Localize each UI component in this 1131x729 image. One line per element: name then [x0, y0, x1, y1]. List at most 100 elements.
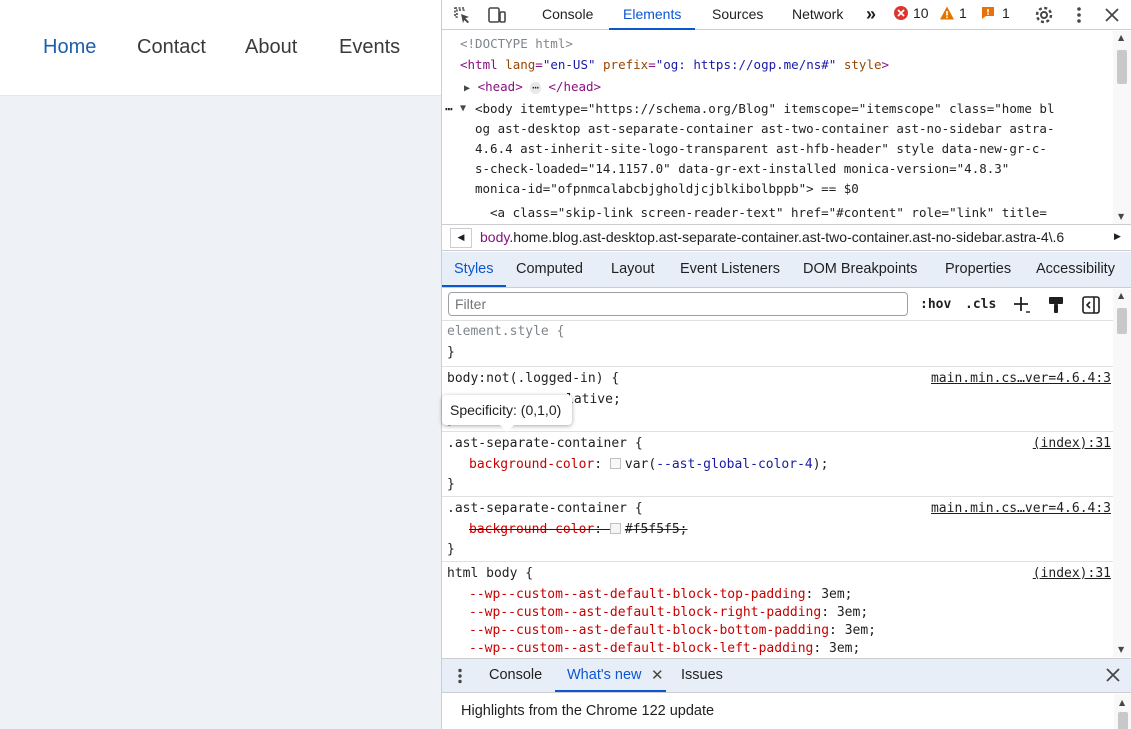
decl-custom-property[interactable]: --wp--custom--ast-default-block-bottom-p…	[469, 623, 876, 638]
more-options-icon[interactable]	[1068, 4, 1090, 26]
rule-ast-separate-container-main[interactable]: .ast-separate-container { main.min.cs…ve…	[442, 497, 1114, 562]
color-swatch[interactable]	[609, 523, 621, 534]
body-node-line-3[interactable]: 4.6.4 ast-inherit-site-logo-transparent …	[475, 139, 1047, 160]
drawer-tab-issues[interactable]: Issues	[681, 659, 723, 692]
rule-selector[interactable]: element.style {	[447, 324, 564, 339]
breadcrumb-left-icon[interactable]: ◀	[450, 228, 472, 248]
body-node-line-1[interactable]: <body itemtype="https://schema.org/Blog"…	[475, 99, 1054, 120]
collapse-triangle-icon[interactable]: ▼	[460, 99, 466, 120]
nav-home[interactable]: Home	[43, 36, 96, 59]
skip-link-node[interactable]: <a class="skip-link screen-reader-text" …	[490, 203, 1047, 224]
issues-badge[interactable]: 1	[980, 5, 1010, 21]
styles-rules-list[interactable]: element.style { } body:not(.logged-in) {…	[442, 322, 1114, 657]
tab-elements[interactable]: Elements	[609, 0, 696, 30]
decl-custom-property[interactable]: --wp--custom--ast-default-block-top-padd…	[469, 587, 853, 602]
styles-scrollbar[interactable]: ▲ ▼	[1113, 289, 1131, 657]
breadcrumb-tag: body	[480, 229, 510, 245]
rule-selector[interactable]: .ast-separate-container {	[447, 501, 643, 516]
rule-source-link[interactable]: main.min.cs…ver=4.6.4:3	[931, 371, 1111, 386]
doctype-node[interactable]: <!DOCTYPE html>	[460, 34, 573, 55]
rule-source-link[interactable]: main.min.cs…ver=4.6.4:3	[931, 501, 1111, 516]
settings-gear-icon[interactable]	[1033, 4, 1055, 26]
styles-filter-input[interactable]	[448, 292, 908, 316]
decl-background-color[interactable]: background-color: var(--ast-global-color…	[469, 457, 828, 472]
toggle-sidebar-icon[interactable]	[1080, 294, 1102, 316]
rendering-emulation-icon[interactable]	[1045, 294, 1067, 316]
warning-icon	[940, 6, 954, 20]
cls-toggle[interactable]: .cls	[965, 294, 996, 316]
attr-name: lang	[505, 57, 536, 72]
tab-console[interactable]: Console	[542, 0, 593, 30]
rule-close-brace: }	[447, 477, 455, 492]
nav-about[interactable]: About	[245, 36, 297, 59]
rule-selector[interactable]: .ast-separate-container {	[447, 436, 643, 451]
tab-properties[interactable]: Properties	[945, 252, 1011, 287]
hov-toggle[interactable]: :hov	[920, 294, 951, 316]
decl-background-color-overridden[interactable]: background-color: #f5f5f5;	[469, 522, 688, 537]
drawer-tab-console[interactable]: Console	[489, 659, 542, 692]
elements-tree[interactable]: <!DOCTYPE html> <html lang="en-US" prefi…	[442, 31, 1131, 224]
rule-ast-separate-container-index[interactable]: .ast-separate-container { (index):31 bac…	[442, 432, 1114, 497]
drawer-menu-icon[interactable]	[457, 668, 463, 687]
body-node-line-5[interactable]: monica-id="ofpnmcalabcbjgholdjcjblkibolb…	[475, 179, 859, 200]
rule-source-link[interactable]: (index):31	[1033, 436, 1111, 451]
decl-custom-property[interactable]: --wp--custom--ast-default-block-left-pad…	[469, 641, 860, 656]
close-devtools-icon[interactable]	[1101, 4, 1123, 26]
whats-new-headline: Highlights from the Chrome 122 update	[461, 703, 715, 719]
rule-element-style[interactable]: element.style { }	[442, 322, 1114, 367]
device-toolbar-icon[interactable]	[486, 4, 508, 26]
decl-value: 3em;	[829, 641, 861, 656]
attr-name: prefix	[603, 57, 649, 72]
breadcrumb-bar: ◀ body.home.blog.ast-desktop.ast-separat…	[442, 224, 1131, 251]
scrollbar-thumb[interactable]	[1117, 50, 1127, 84]
scroll-up-icon[interactable]: ▲	[1118, 291, 1124, 300]
decl-property: background-color	[469, 522, 595, 537]
scrollbar-thumb[interactable]	[1118, 712, 1128, 729]
tab-styles[interactable]: Styles	[442, 252, 506, 287]
decl-custom-property[interactable]: --wp--custom--ast-default-block-right-pa…	[469, 605, 868, 620]
drawer-tab-whats-new[interactable]: What's new ✕	[555, 659, 666, 692]
elements-scrollbar[interactable]: ▲ ▼	[1113, 31, 1131, 224]
rule-html-body[interactable]: html body { (index):31 --wp--custom--ast…	[442, 562, 1114, 657]
breadcrumb-right-icon[interactable]: ▶	[1114, 228, 1121, 246]
close-tab-icon[interactable]: ✕	[651, 659, 664, 692]
html-node[interactable]: <html lang="en-US" prefix="og: https://o…	[460, 55, 889, 76]
head-node[interactable]: ▶ <head> ⋯ </head>	[464, 77, 601, 100]
errors-count: 10	[913, 5, 929, 21]
new-style-rule-icon[interactable]	[1011, 294, 1033, 316]
more-actions-icon[interactable]: ⋯	[445, 99, 453, 120]
close-drawer-icon[interactable]	[1106, 668, 1120, 685]
head-tag: <head>	[477, 79, 523, 94]
tab-layout[interactable]: Layout	[611, 252, 655, 287]
tab-dom-breakpoints[interactable]: DOM Breakpoints	[803, 252, 917, 287]
expand-triangle-icon[interactable]: ▶	[464, 83, 470, 94]
tab-sources[interactable]: Sources	[712, 0, 763, 30]
nav-contact[interactable]: Contact	[137, 36, 206, 59]
scroll-down-icon[interactable]: ▼	[1118, 645, 1124, 654]
rule-selector[interactable]: html body {	[447, 566, 533, 581]
breadcrumb[interactable]: body.home.blog.ast-desktop.ast-separate-…	[480, 229, 1100, 245]
color-swatch[interactable]	[609, 458, 621, 469]
tab-computed[interactable]: Computed	[516, 252, 583, 287]
nav-events[interactable]: Events	[339, 36, 400, 59]
drawer-scrollbar[interactable]: ▲	[1114, 694, 1131, 729]
inspect-element-icon[interactable]	[451, 4, 473, 26]
errors-badge[interactable]: 10	[893, 5, 929, 21]
collapsed-ellipsis[interactable]: ⋯	[530, 82, 541, 94]
scroll-up-icon[interactable]: ▲	[1118, 33, 1124, 42]
warnings-badge[interactable]: 1	[939, 5, 967, 21]
body-node-line-4[interactable]: s-check-loaded="14.1157.0" data-gr-ext-i…	[475, 159, 1009, 180]
body-node-line-2[interactable]: og ast-desktop ast-separate-container as…	[475, 119, 1054, 140]
tab-network[interactable]: Network	[792, 0, 843, 30]
tab-accessibility[interactable]: Accessibility	[1036, 252, 1115, 287]
rule-selector[interactable]: body:not(.logged-in) {	[447, 371, 619, 386]
site-header: Home Contact About Events	[0, 0, 441, 96]
rule-source-link[interactable]: (index):31	[1033, 566, 1111, 581]
more-tabs-icon[interactable]: »	[866, 0, 876, 30]
decl-value[interactable]: lative;	[566, 392, 621, 407]
css-variable-link[interactable]: --ast-global-color-4	[656, 457, 813, 472]
scroll-up-icon[interactable]: ▲	[1119, 698, 1125, 707]
scrollbar-thumb[interactable]	[1117, 308, 1127, 334]
scroll-down-icon[interactable]: ▼	[1118, 212, 1124, 221]
tab-event-listeners[interactable]: Event Listeners	[680, 252, 780, 287]
